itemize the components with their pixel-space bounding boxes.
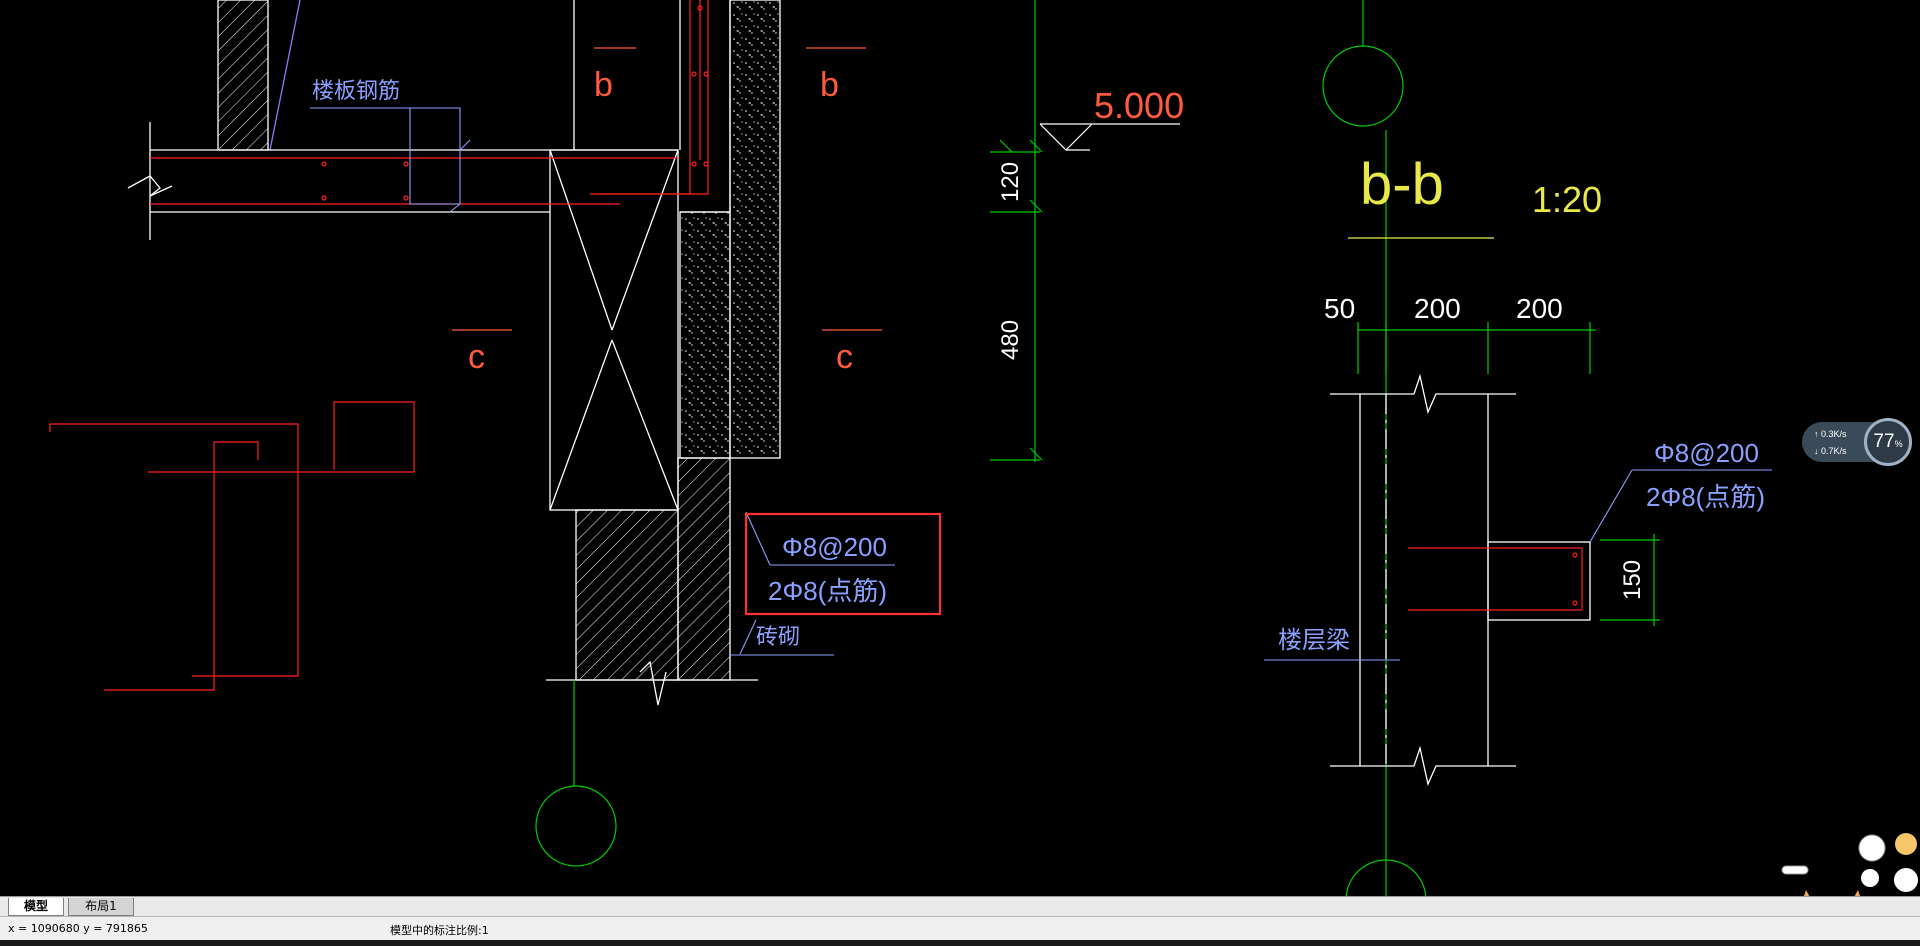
right-rebar-spec-1: Φ8@200: [1654, 438, 1759, 468]
upload-speed: ↑ 0.3K/s: [1814, 429, 1847, 439]
dim-50: 50: [1324, 293, 1355, 324]
dim-480: 480: [997, 320, 1024, 360]
section-b-right-label: b: [820, 66, 839, 104]
dim-200b: 200: [1516, 293, 1563, 324]
upload-speed-value: 0.3K/s: [1821, 429, 1847, 439]
rebar-spec-2: 2Φ8(点筋): [768, 576, 887, 606]
dim-120: 120: [997, 162, 1024, 202]
section-cut-marks: [452, 47, 882, 331]
cad-drawing-canvas[interactable]: 楼板钢筋 b b c c Φ8@200 2Φ8(点筋) 砖砌 5.000 120…: [0, 0, 1920, 896]
section-bb-outline: [1330, 373, 1591, 787]
dim-200a: 200: [1414, 293, 1461, 324]
annotation-scale-text: 模型中的标注比例:1: [390, 924, 489, 937]
usage-percent-unit: %: [1894, 439, 1903, 449]
section-scale: 1:20: [1532, 179, 1602, 220]
slab-rebar-label: 楼板钢筋: [312, 78, 400, 103]
cursor-coordinates: x = 1090680 y = 791865: [8, 922, 148, 935]
taskbar-strip: [0, 940, 1920, 946]
floor-beam-label: 楼层梁: [1278, 627, 1350, 654]
elevation-marker: [1039, 123, 1180, 151]
right-rebar-spec-2: 2Φ8(点筋): [1646, 482, 1765, 512]
section-c-left-label: c: [468, 338, 485, 376]
download-speed: ↓ 0.7K/s: [1814, 446, 1847, 456]
elevation-value: 5.000: [1094, 85, 1184, 126]
memory-usage-circle[interactable]: 77%: [1864, 418, 1912, 466]
status-bar: x = 1090680 y = 791865 模型中的标注比例:1: [0, 916, 1920, 941]
section-c-right-label: c: [836, 338, 853, 376]
section-b-left-label: b: [594, 66, 613, 104]
tab-model[interactable]: 模型: [8, 898, 64, 916]
dim-150: 150: [1619, 560, 1646, 600]
usage-percent: 77: [1873, 431, 1895, 452]
rebar-spec-1: Φ8@200: [782, 532, 887, 562]
layout-tab-bar: 模型 布局1: [0, 896, 1920, 917]
download-speed-value: 0.7K/s: [1821, 446, 1847, 456]
masonry-label: 砖砌: [756, 624, 800, 649]
tab-layout1[interactable]: 布局1: [68, 898, 134, 916]
section-bb-rebar: [1408, 547, 1583, 611]
section-title: b-b: [1360, 152, 1444, 217]
network-speed-widget[interactable]: ↑ 0.3K/s ↓ 0.7K/s 77%: [1802, 418, 1918, 466]
wall-detail-left: [127, 0, 781, 706]
